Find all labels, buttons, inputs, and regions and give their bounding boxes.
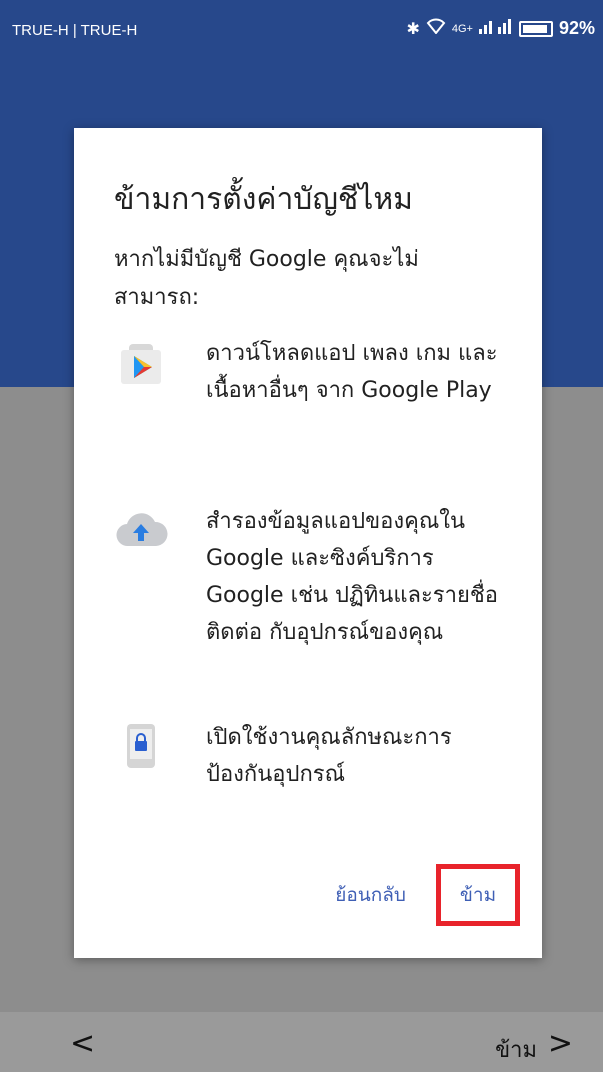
carrier-label: TRUE-H | TRUE-H [12, 22, 138, 39]
battery-percent: 92% [558, 18, 595, 38]
nav-back-button[interactable]: < [70, 1026, 95, 1061]
skip-button-highlight: ข้าม [436, 864, 520, 926]
dialog-actions: ย้อนกลับ ข้าม [335, 864, 520, 926]
bluetooth-icon: ✱ [406, 20, 420, 38]
play-store-icon [114, 335, 168, 389]
feature-item: สำรองข้อมูลแอปของคุณใน Google และซิงค์บร… [114, 503, 516, 651]
signal-icon [478, 18, 513, 39]
back-button[interactable]: ย้อนกลับ [335, 880, 406, 910]
wifi-icon [426, 18, 446, 39]
feature-text: เปิดใช้งานคุณลักษณะการป้องกันอุปกรณ์ [206, 725, 452, 787]
network-type-label: 4G+ [451, 22, 473, 35]
status-bar: TRUE-H | TRUE-H ✱ 4G+ 92% [0, 0, 603, 62]
dialog-title: ข้ามการตั้งค่าบัญชีไหม [114, 182, 413, 217]
skip-account-dialog: ข้ามการตั้งค่าบัญชีไหม หากไม่มีบัญชี Goo… [74, 128, 542, 958]
feature-text: ดาวน์โหลดแอป เพลง เกม และเนื้อหาอื่นๆ จา… [206, 341, 498, 403]
battery-icon [518, 20, 553, 37]
bottom-navigation: < ข้าม > [0, 1012, 603, 1072]
feature-text: สำรองข้อมูลแอปของคุณใน Google และซิงค์บร… [206, 509, 499, 645]
status-icons: ✱ 4G+ 92% [406, 18, 595, 39]
feature-item: เปิดใช้งานคุณลักษณะการป้องกันอุปกรณ์ [114, 719, 516, 793]
cloud-upload-icon [114, 503, 168, 557]
phone-lock-icon [114, 719, 168, 773]
nav-skip-button[interactable]: ข้าม [495, 1032, 537, 1067]
dialog-intro: หากไม่มีบัญชี Google คุณจะไม่สามารถ: [114, 247, 419, 310]
nav-next-button[interactable]: > [548, 1026, 573, 1061]
feature-item: ดาวน์โหลดแอป เพลง เกม และเนื้อหาอื่นๆ จา… [114, 335, 516, 409]
skip-button[interactable]: ข้าม [460, 880, 496, 910]
